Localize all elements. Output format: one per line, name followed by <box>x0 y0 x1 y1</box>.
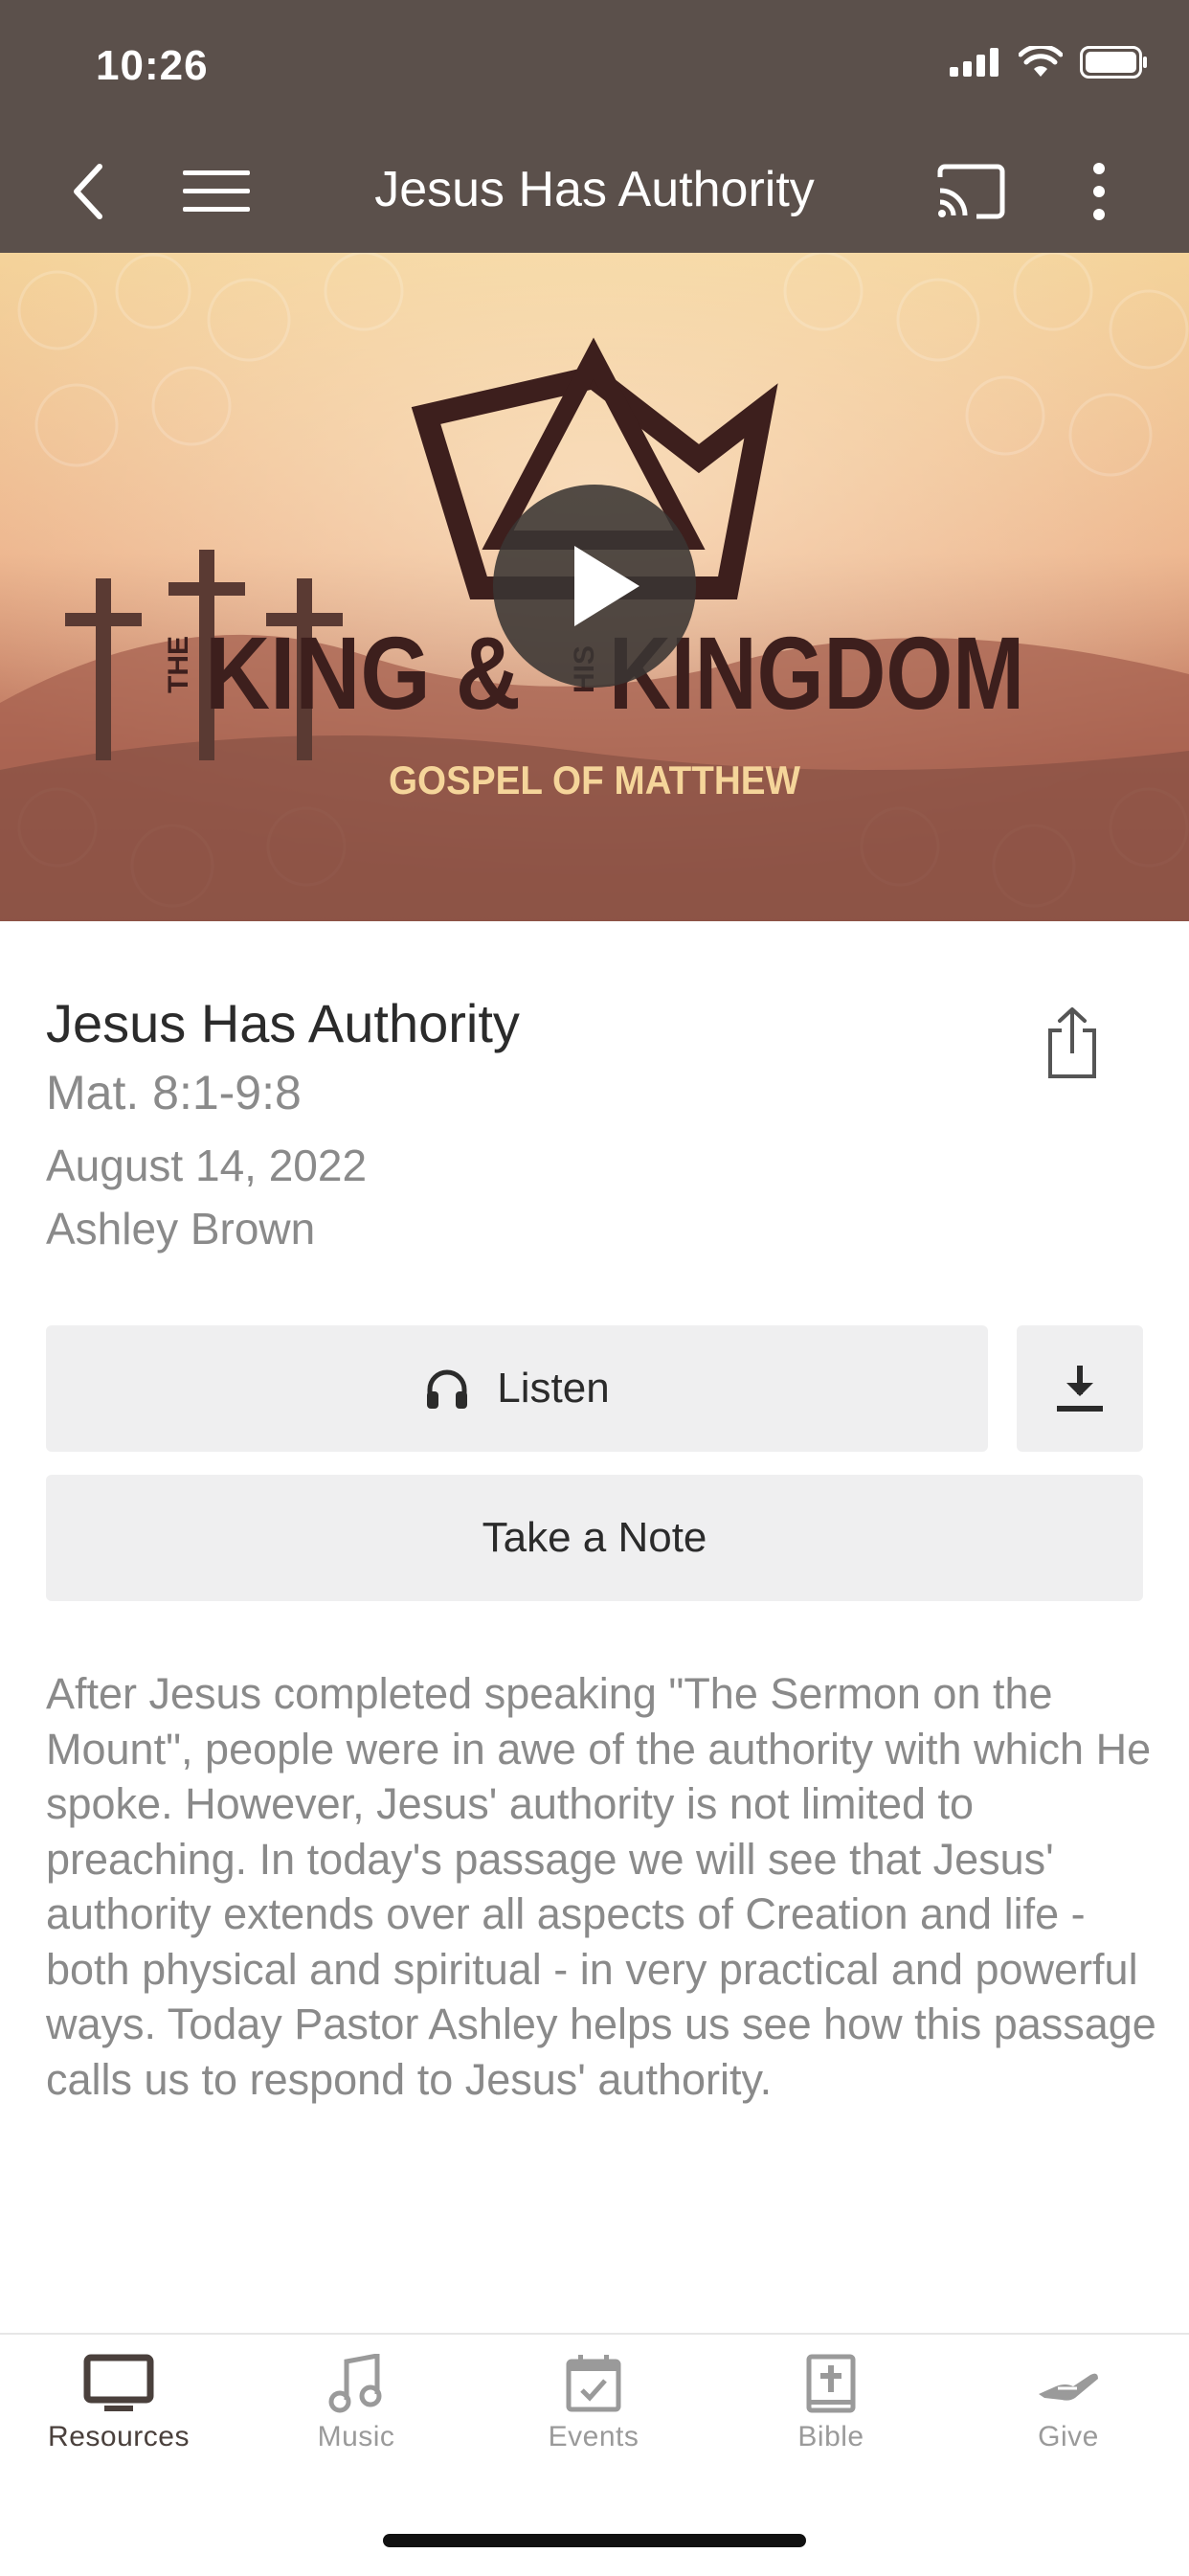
more-options-button[interactable] <box>1061 153 1137 230</box>
sermon-artwork[interactable]: THE KING & HIS KINGDOM GOSPEL OF MATTHEW <box>0 253 1189 921</box>
calendar-check-icon <box>566 2355 621 2412</box>
listen-button[interactable]: Listen <box>46 1325 988 1452</box>
tab-label: Bible <box>797 2421 864 2452</box>
tab-label: Events <box>548 2421 639 2452</box>
take-note-label: Take a Note <box>482 1514 707 1561</box>
sermon-title: Jesus Has Authority <box>46 993 520 1053</box>
headphones-icon <box>427 1369 468 1409</box>
play-button[interactable] <box>493 485 696 688</box>
take-note-button[interactable]: Take a Note <box>46 1475 1143 1601</box>
tab-events[interactable]: Events <box>498 2354 689 2453</box>
sermon-speaker: Ashley Brown <box>46 1204 316 1254</box>
more-vertical-icon <box>1093 163 1105 220</box>
tab-resources[interactable]: Resources <box>23 2354 214 2453</box>
page-title: Jesus Has Authority <box>374 162 815 217</box>
wifi-icon <box>1019 46 1063 77</box>
tab-label: Resources <box>48 2421 190 2452</box>
signal-icon <box>950 48 998 77</box>
monitor-icon <box>83 2354 154 2411</box>
tab-label: Music <box>317 2421 395 2452</box>
tab-give[interactable]: Give <box>973 2354 1164 2453</box>
share-icon <box>1048 1007 1096 1078</box>
sermon-date: August 14, 2022 <box>46 1141 368 1190</box>
tab-music[interactable]: Music <box>260 2354 452 2453</box>
status-time: 10:26 <box>96 42 209 89</box>
download-icon <box>1057 1366 1103 1412</box>
download-button[interactable] <box>1017 1325 1143 1452</box>
status-icons <box>950 46 1149 79</box>
share-button[interactable] <box>1034 1000 1110 1086</box>
sermon-scripture: Mat. 8:1-9:8 <box>46 1066 302 1119</box>
tab-label: Give <box>1038 2421 1099 2452</box>
top-bar: 10:26 Jesus Has Authority <box>0 0 1189 253</box>
logo-small-left: THE <box>163 636 194 693</box>
giving-hand-icon <box>1039 2373 1098 2401</box>
artwork-graphic: THE KING & HIS KINGDOM GOSPEL OF MATTHEW <box>0 253 1189 921</box>
music-note-icon <box>328 2354 382 2413</box>
bible-icon <box>806 2354 856 2413</box>
cast-button[interactable] <box>932 153 1009 230</box>
artwork-subtitle: GOSPEL OF MATTHEW <box>389 757 800 802</box>
battery-icon <box>1080 46 1147 79</box>
listen-label: Listen <box>497 1365 610 1412</box>
cast-icon <box>937 164 1005 219</box>
sermon-description: After Jesus completed speaking "The Serm… <box>46 1669 1156 2104</box>
logo-text-left: KING & <box>205 615 521 731</box>
home-indicator <box>383 2534 806 2547</box>
tab-bible[interactable]: Bible <box>735 2354 927 2453</box>
